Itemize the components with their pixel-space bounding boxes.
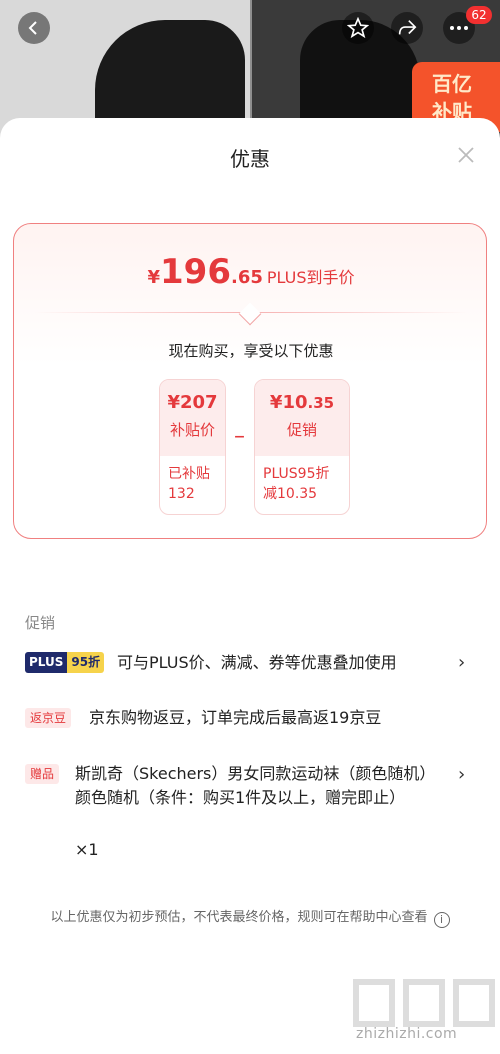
notification-badge: 62	[466, 6, 492, 24]
subsidy-badge-line1: 百亿	[432, 72, 472, 96]
chevron-right-icon: ›	[458, 764, 466, 785]
jingdou-tag: 返京豆	[25, 708, 72, 728]
share-icon	[398, 20, 417, 35]
price-currency: ¥	[147, 267, 160, 288]
footer-note-text: 以上优惠仅为初步预估，不代表最终价格，规则可在帮助中心查看	[50, 910, 428, 925]
promo-row-jingdou: 返京豆 京东购物返豆，订单完成后最高返19京豆	[25, 708, 480, 738]
promo-row-gift[interactable]: 赠品 斯凯奇（Skechers）男女同款运动袜（颜色随机）颜色随机（条件：购买1…	[25, 764, 480, 864]
plus-tag-discount: 95折	[67, 652, 105, 673]
price-decimal: .65	[230, 267, 263, 288]
price-integer: 196	[160, 252, 231, 292]
discount-sheet: 优惠 ¥196.65 PLUS到手价 现在购买，享受以下优惠 ¥207 补贴价 已…	[0, 118, 500, 1054]
promotions-label: 促销	[25, 614, 56, 632]
minus-sign: –	[234, 424, 245, 449]
price-card: ¥196.65 PLUS到手价 现在购买，享受以下优惠 ¥207 补贴价 已补贴 …	[13, 223, 487, 539]
chevron-left-icon	[28, 21, 37, 35]
promo-amount: 减10.35	[263, 486, 318, 502]
subsidy-card: ¥207 补贴价 已补贴 132	[159, 379, 226, 515]
price-suffix: PLUS到手价	[266, 268, 355, 287]
chevron-right-icon: ›	[458, 652, 466, 673]
subsidy-label: 补贴价	[169, 421, 215, 439]
final-price: ¥196.65 PLUS到手价	[14, 252, 488, 292]
promo-value: ¥10	[269, 392, 308, 413]
subsidy-amount: 132	[168, 486, 195, 502]
subsidy-value: ¥207	[167, 392, 218, 413]
favorite-button[interactable]	[342, 12, 374, 44]
promo-text: 可与PLUS价、满减、券等优惠叠加使用	[117, 653, 397, 672]
promo-text: 斯凯奇（Skechers）男女同款运动袜（颜色随机）颜色随机（条件：购买1件及以…	[75, 764, 436, 807]
info-icon[interactable]: i	[433, 912, 450, 928]
divider-notch	[238, 302, 262, 326]
footer-note: 以上优惠仅为初步预估，不代表最终价格，规则可在帮助中心查看 i	[30, 908, 470, 928]
plus-tag-label: PLUS	[25, 652, 68, 673]
sheet-title: 优惠	[230, 147, 270, 171]
promo-label: 促销	[286, 421, 317, 439]
back-button[interactable]	[18, 12, 50, 44]
promo-text: 京东购物返豆，订单完成后最高返19京豆	[89, 708, 382, 727]
plus-tag: PLUS 95折	[25, 652, 105, 673]
more-icon	[450, 26, 468, 30]
watermark-text: zhizhizhi.com	[356, 1026, 458, 1042]
gift-tag: 赠品	[25, 764, 60, 784]
close-icon[interactable]	[455, 144, 477, 166]
star-icon	[347, 17, 369, 39]
subsidy-detail: 已补贴	[168, 466, 210, 482]
discount-subheading: 现在购买，享受以下优惠	[168, 342, 334, 360]
share-button[interactable]	[391, 12, 423, 44]
promo-row-plus[interactable]: PLUS 95折 可与PLUS价、满减、券等优惠叠加使用 ›	[25, 652, 480, 682]
promo-detail: PLUS95折	[263, 466, 330, 482]
promo-card: ¥10.35 促销 PLUS95折 减10.35	[254, 379, 350, 515]
gift-quantity: ×1	[75, 840, 99, 859]
promo-value-decimal: .35	[307, 394, 335, 412]
